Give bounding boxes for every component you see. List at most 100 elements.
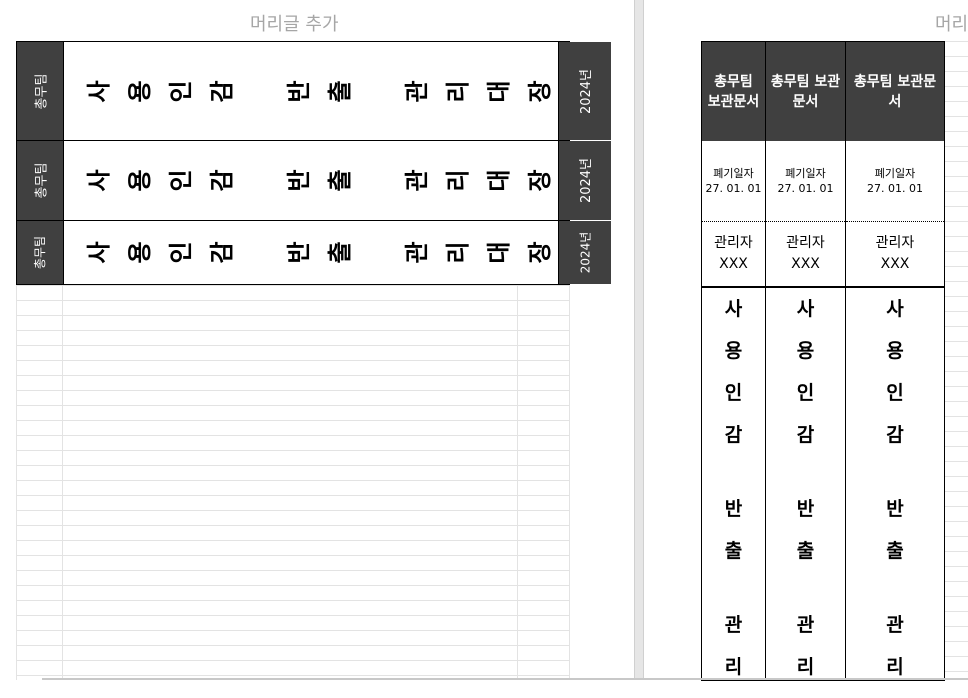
spine-title: 사용인감반출관리	[766, 288, 845, 698]
title-char: 리	[444, 79, 472, 103]
spine-head: 총무팀 보관문서	[702, 42, 765, 141]
title-char: 사	[886, 298, 904, 320]
team-cell: 총무팀	[17, 42, 63, 140]
binder-label-row-3[interactable]: 총무팀 사용인감 반출 관리대장 2024년	[16, 220, 611, 285]
title-char: 대	[485, 241, 513, 264]
spine-label-1[interactable]: 총무팀 보관문서 폐기일자 27. 01. 01 관리자 XXX 사용인감반출관…	[701, 41, 766, 681]
title-char: 반	[285, 79, 313, 103]
title-char: 사	[724, 298, 743, 320]
title-char: 관	[796, 614, 815, 636]
manager-label: 관리자	[714, 235, 753, 251]
left-page-sheet: 총무팀 사용인감반출관리대장 2024년 총무팀 사용인감반출관리대장 2024…	[16, 41, 611, 680]
title-char: 관	[724, 614, 743, 636]
title-char: 출	[724, 540, 743, 562]
cell-grid	[16, 285, 570, 680]
title-char: 출	[326, 169, 354, 192]
title-cell: 사용인감 반출 관리대장	[63, 42, 559, 140]
title-char: 사	[796, 298, 815, 320]
title-char: 인	[167, 241, 195, 264]
title-char: 인	[167, 169, 195, 192]
grid-col-line	[62, 285, 63, 680]
date-label: 폐기일자	[874, 167, 916, 180]
title-char: 사	[85, 241, 113, 264]
title-char: 출	[796, 540, 815, 562]
spine-label-3[interactable]: 총무팀 보관문서 폐기일자 27. 01. 01 관리자 XXX 사용인감반출관…	[845, 41, 945, 681]
title-char: 인	[167, 79, 195, 103]
title-char: 반	[886, 498, 904, 520]
title-char: 감	[208, 79, 236, 103]
date-value: 27. 01. 01	[867, 182, 923, 195]
spine-head: 총무팀 보관문서	[846, 42, 944, 141]
title-char: 감	[796, 424, 815, 446]
manager-value: XXX	[791, 256, 820, 272]
title-char: 사	[85, 79, 113, 103]
title-char: 관	[403, 241, 431, 264]
page-divider	[634, 0, 644, 680]
title-char: 용	[126, 79, 154, 103]
title-char: 관	[886, 614, 904, 636]
year-cell: 2024년	[559, 221, 611, 284]
year-text: 2024년	[579, 157, 595, 204]
team-text: 총무팀	[34, 162, 50, 199]
title-char: 장	[526, 241, 554, 264]
spine-label-2[interactable]: 총무팀 보관문서 폐기일자 27. 01. 01 관리자 XXX 사용인감반출관…	[765, 41, 846, 681]
year-cell: 2024년	[559, 141, 611, 220]
title-char: 반	[285, 241, 313, 264]
grid-col-line	[517, 285, 518, 680]
title-char: 관	[403, 79, 431, 103]
title-char: 용	[126, 241, 154, 264]
title-char: 사	[85, 169, 113, 192]
date-label: 폐기일자	[713, 167, 754, 180]
title-char: 관	[403, 169, 431, 192]
manager-label: 관리자	[875, 235, 915, 251]
year-text: 2024년	[578, 231, 593, 274]
title-char: 용	[724, 340, 743, 362]
title-char: 용	[126, 169, 154, 192]
spine-title: 사용인감반출관리	[846, 288, 944, 698]
title-char: 리	[796, 656, 815, 678]
title-char: 용	[796, 340, 815, 362]
title-char: 장	[526, 169, 554, 192]
title-char: 인	[724, 382, 743, 404]
title-char: 리	[444, 169, 472, 192]
title-char: 리	[444, 241, 472, 264]
team-cell: 총무팀	[17, 221, 63, 284]
manager-value: XXX	[880, 256, 910, 272]
title-char: 대	[485, 79, 513, 103]
title-char: 리	[886, 656, 904, 678]
header-add-right[interactable]: 머리	[935, 10, 968, 36]
manager-label: 관리자	[786, 235, 825, 251]
year-text: 2024년	[579, 68, 595, 114]
team-text: 총무팀	[33, 235, 48, 270]
team-cell: 총무팀	[17, 141, 63, 220]
title-char: 감	[208, 241, 236, 264]
title-char: 장	[526, 79, 554, 103]
title-char: 출	[326, 79, 354, 103]
title-char: 감	[208, 169, 236, 192]
title-char: 반	[724, 498, 743, 520]
spine-disposal-date: 폐기일자 27. 01. 01	[846, 141, 944, 222]
binder-label-row-1[interactable]: 총무팀 사용인감 반출 관리대장 2024년	[16, 41, 611, 141]
spine-manager: 관리자 XXX	[766, 222, 845, 288]
date-value: 27. 01. 01	[777, 182, 834, 195]
title-char: 출	[326, 241, 354, 264]
cell-grid	[944, 41, 968, 680]
grid-col-line	[16, 285, 17, 680]
date-value: 27. 01. 01	[705, 182, 762, 195]
title-char: 리	[724, 656, 743, 678]
grid-col-line	[569, 285, 570, 680]
title-char: 반	[796, 498, 815, 520]
binder-label-row-2[interactable]: 총무팀 사용인감 반출 관리대장 2024년	[16, 140, 611, 221]
spine-manager: 관리자 XXX	[846, 222, 944, 288]
title-char: 인	[796, 382, 815, 404]
spine-title: 사용인감반출관리	[702, 288, 765, 698]
title-char: 인	[886, 382, 904, 404]
title-cell: 사용인감 반출 관리대장	[63, 141, 559, 220]
title-cell: 사용인감 반출 관리대장	[63, 221, 559, 284]
date-label: 폐기일자	[785, 167, 826, 180]
title-char: 반	[285, 169, 313, 192]
manager-value: XXX	[719, 256, 748, 272]
header-add-left[interactable]: 머리글 추가	[250, 10, 339, 36]
title-char: 대	[485, 169, 513, 192]
team-text: 총무팀	[34, 73, 50, 109]
